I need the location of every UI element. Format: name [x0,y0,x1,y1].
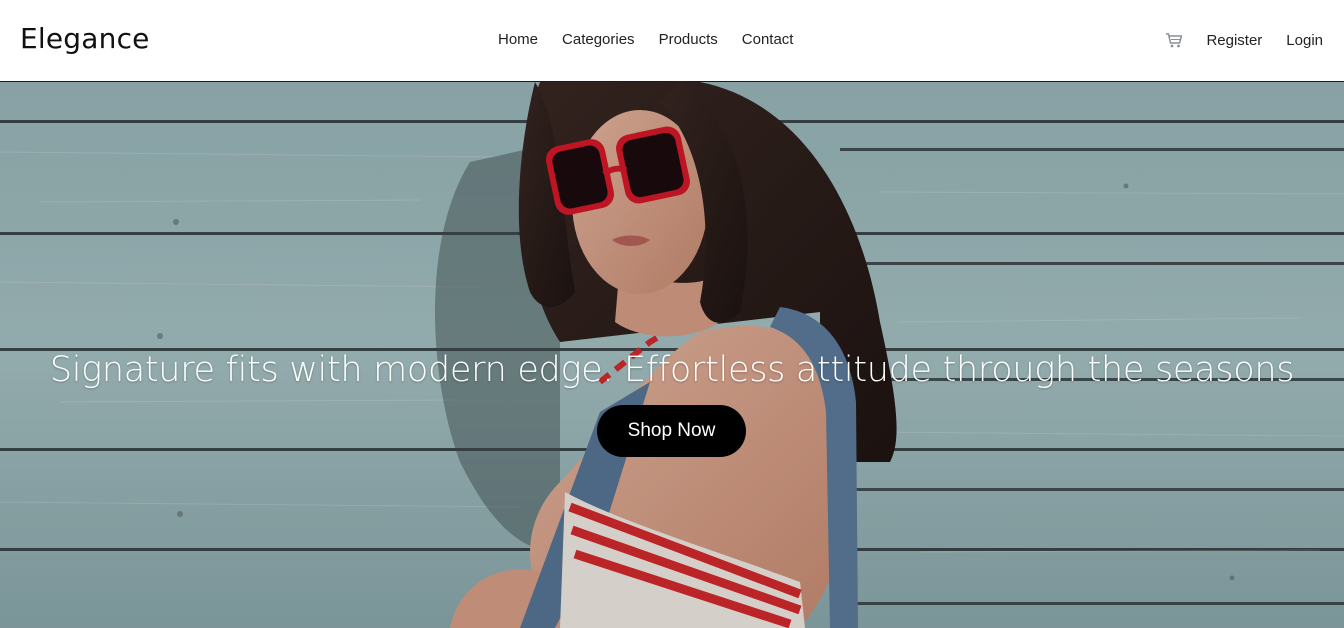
main-nav: Home Categories Products Contact [498,31,793,48]
nav-contact-link[interactable]: Contact [742,31,794,48]
nav-home-link[interactable]: Home [498,31,538,48]
register-link[interactable]: Register [1206,32,1262,49]
login-link[interactable]: Login [1286,32,1323,49]
shop-now-button[interactable]: Shop Now [597,405,746,457]
nav-products-link[interactable]: Products [659,31,718,48]
hero-banner: Signature fits with modern edge. Effortl… [0,82,1344,628]
shopping-cart-icon[interactable] [1165,31,1183,49]
site-header: Elegance Home Categories Products Contac… [0,0,1344,82]
account-nav: Register Login [1165,31,1323,49]
hero-caption: Signature fits with modern edge. Effortl… [49,350,1295,390]
brand-logo[interactable]: Elegance [20,22,150,55]
nav-categories-link[interactable]: Categories [562,31,635,48]
